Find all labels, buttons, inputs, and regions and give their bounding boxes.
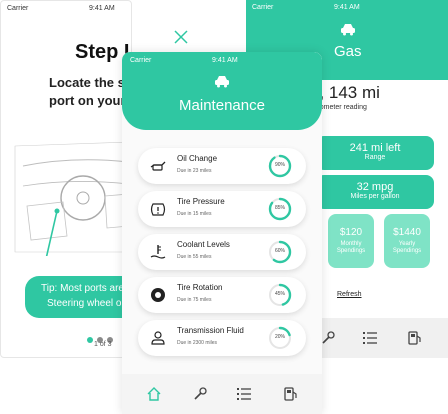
fuel-pump-icon[interactable] <box>282 386 298 402</box>
checklist-icon[interactable] <box>362 330 378 346</box>
tip-bubble: Tip: Most ports are l Steering wheel on <box>25 276 131 318</box>
oil-can-icon <box>150 161 166 171</box>
gas-title: Gas <box>334 43 362 60</box>
wrench-icon[interactable] <box>320 330 336 346</box>
maintenance-bottom-nav <box>122 374 322 414</box>
maintenance-header: Carrier 9:41 AM Maintenance <box>122 52 322 130</box>
wrench-icon[interactable] <box>192 386 208 402</box>
fuel-pump-icon[interactable] <box>406 330 422 346</box>
maintenance-item-percent: 60% <box>274 248 285 254</box>
maintenance-item[interactable]: Transmission Fluid Due in 2300 miles 20% <box>138 320 306 356</box>
coolant-icon <box>150 245 166 259</box>
status-time: 9:41 AM <box>89 5 115 12</box>
transmission-icon <box>151 331 165 345</box>
maintenance-item-due: Due in 75 miles <box>177 297 212 303</box>
tire-icon <box>151 288 165 302</box>
car-icon <box>341 24 355 36</box>
tip-line-1: Tip: Most ports are l <box>41 283 129 294</box>
maint-status-carrier: Carrier <box>130 57 152 64</box>
monthly-spendings-card[interactable]: $120 Monthly Spendings <box>328 214 374 268</box>
mileage-label: Miles per gallon <box>350 193 400 200</box>
maintenance-item[interactable]: Oil Change Due in 23 miles 90% <box>138 148 306 184</box>
maint-status-time: 9:41 AM <box>212 57 238 64</box>
maintenance-item-percent: 45% <box>274 291 285 297</box>
page-dot-1[interactable] <box>87 337 93 343</box>
maintenance-item-due: Due in 15 miles <box>177 211 212 217</box>
maintenance-item[interactable]: Tire Pressure Due in 15 miles 85% <box>138 191 306 227</box>
yearly-spendings-card[interactable]: $1440 Yearly Spendings <box>384 214 430 268</box>
maintenance-item-due: Due in 23 miles <box>177 168 212 174</box>
yearly-value: $1440 <box>393 227 421 238</box>
maintenance-item-percent: 90% <box>274 162 285 168</box>
maintenance-item-due: Due in 2300 miles <box>177 340 218 346</box>
home-icon[interactable] <box>146 386 162 402</box>
maintenance-item-percent: 20% <box>274 334 285 340</box>
monthly-value: $120 <box>339 227 363 238</box>
dashboard-illustration <box>14 141 130 256</box>
maintenance-item-name: Tire Pressure <box>177 197 225 206</box>
range-value: 241 mi left <box>349 142 401 154</box>
maintenance-item-name: Tire Rotation <box>177 283 223 292</box>
maintenance-item-name: Coolant Levels <box>177 240 230 249</box>
maintenance-item-name: Oil Change <box>177 154 218 163</box>
tip-line-2: Steering wheel on <box>47 298 128 309</box>
maintenance-screen: Carrier 9:41 AM Maintenance Oil Change Du… <box>122 52 322 414</box>
maintenance-item-name: Transmission Fluid <box>177 326 244 335</box>
checklist-icon[interactable] <box>236 386 252 402</box>
tire-pressure-icon <box>150 203 166 216</box>
monthly-label: Monthly Spendings <box>336 241 366 254</box>
status-carrier: Carrier <box>7 5 29 12</box>
instruction-line-1: Locate the sc <box>49 75 132 90</box>
page-indicator: 1 of 3 <box>94 341 112 348</box>
range-label: Range <box>364 154 386 161</box>
maintenance-title: Maintenance <box>179 97 265 114</box>
step-screen: Carrier 9:41 AM Step I Locate the sc por… <box>0 0 132 358</box>
yearly-label: Yearly Spendings <box>392 241 422 254</box>
maintenance-item[interactable]: Coolant Levels Due in 55 miles 60% <box>138 234 306 270</box>
mileage-value: 32 mpg <box>356 181 394 193</box>
maintenance-item-percent: 85% <box>274 205 285 211</box>
instruction-line-2: port on your <box>49 93 126 108</box>
car-service-icon <box>215 76 229 88</box>
gas-status-time: 9:41 AM <box>334 4 360 11</box>
range-card[interactable]: 241 mi left Range <box>316 136 434 170</box>
maintenance-item-due: Due in 55 miles <box>177 254 212 260</box>
gas-status-carrier: Carrier <box>252 4 274 11</box>
close-icon[interactable] <box>174 30 188 44</box>
mileage-card[interactable]: 32 mpg Miles per gallon <box>316 175 434 209</box>
maintenance-item[interactable]: Tire Rotation Due in 75 miles 45% <box>138 277 306 313</box>
refresh-link[interactable]: Refresh <box>337 291 362 298</box>
